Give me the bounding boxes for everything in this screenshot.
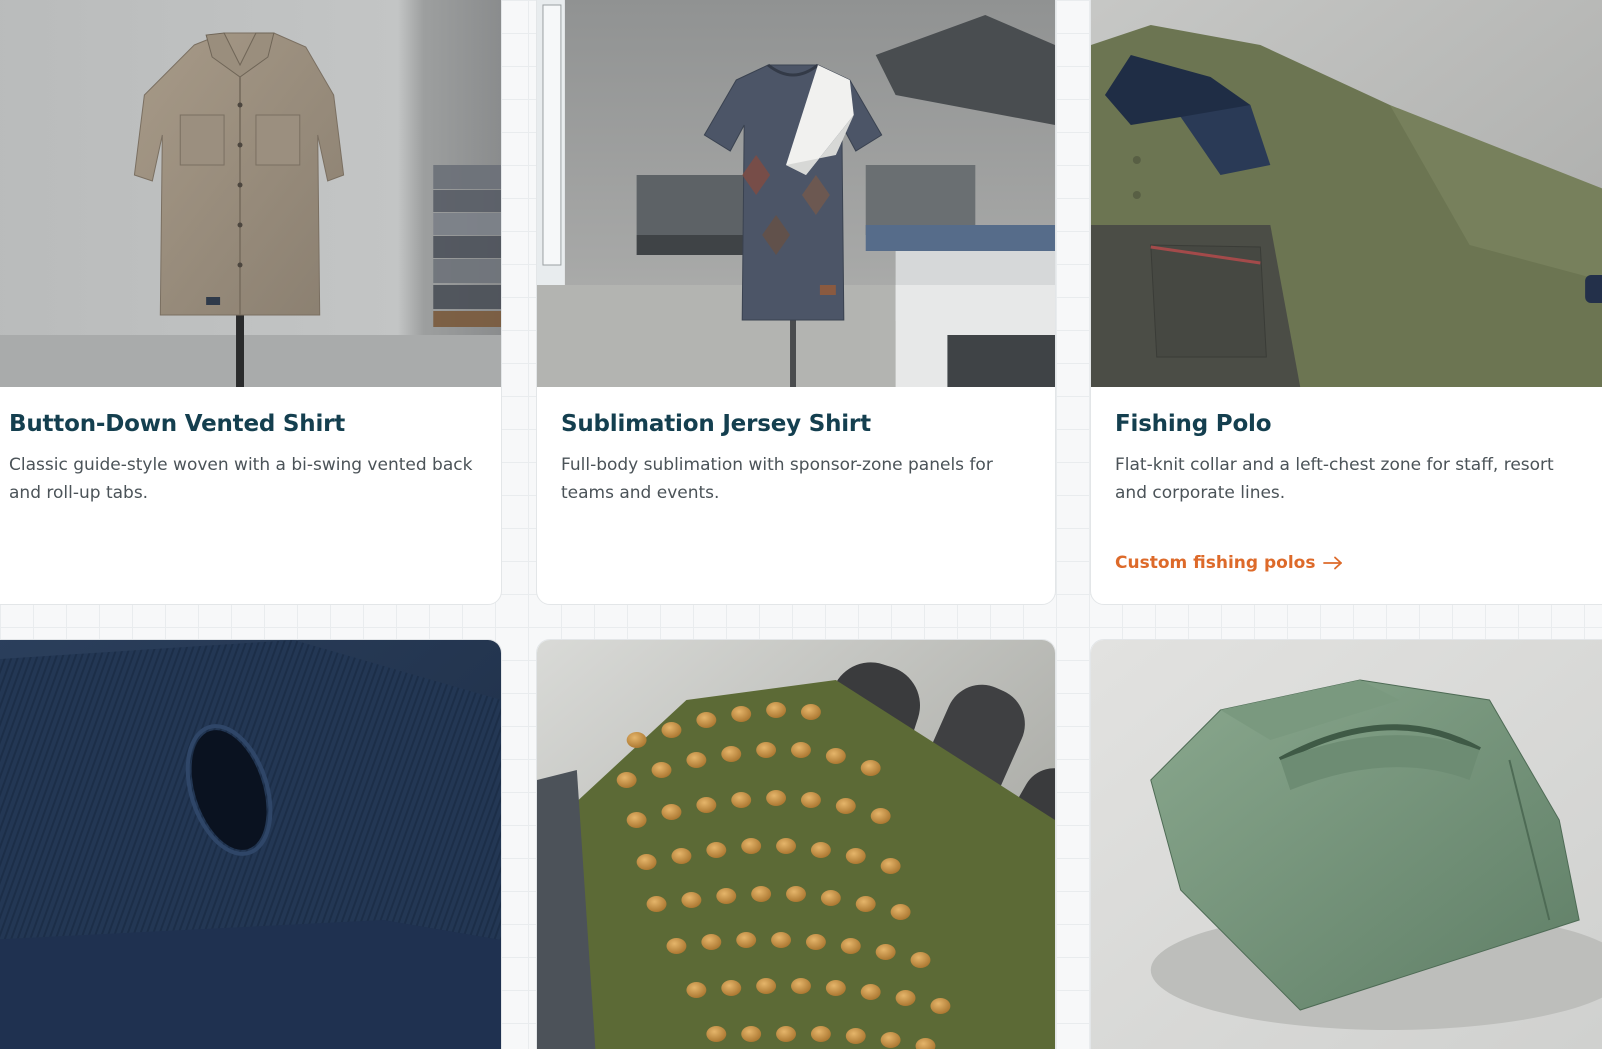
shirt-mannequin-illustration — [0, 0, 501, 387]
product-description: Full-body sublimation with sponsor-zone … — [561, 455, 993, 503]
product-card-fishing-polo[interactable]: Fishing Polo Flat-knit collar and a left… — [1090, 0, 1602, 605]
product-title[interactable]: Button-Down Vented Shirt — [9, 411, 477, 437]
product-description: Flat-knit collar and a left-chest zone f… — [1115, 455, 1554, 503]
product-image-fishing-polo[interactable] — [1091, 0, 1602, 387]
product-image-button-down-shirt[interactable] — [0, 0, 501, 387]
custom-fishing-polos-link[interactable]: Custom fishing polos — [1115, 553, 1343, 573]
product-title[interactable]: Fishing Polo — [1115, 411, 1595, 437]
product-image-folded-shirt[interactable] — [1091, 640, 1602, 1049]
product-image-thumbhole-cuff[interactable] — [0, 640, 501, 1049]
jersey-heat-press-illustration — [537, 0, 1055, 387]
product-image-grip-glove[interactable] — [537, 640, 1055, 1049]
product-card-thumbhole-cuff[interactable] — [0, 639, 502, 1049]
fishing-polo-illustration — [1091, 0, 1602, 387]
product-card-grip-glove[interactable] — [536, 639, 1056, 1049]
product-image-sublimation-jersey[interactable] — [537, 0, 1055, 387]
folded-shirt-illustration — [1091, 640, 1602, 1049]
product-card-vented-shirt-folded[interactable] — [1090, 639, 1602, 1049]
product-card-button-down-vented-shirt[interactable]: Button-Down Vented Shirt Classic guide-s… — [0, 0, 502, 605]
arrow-right-icon — [1323, 556, 1343, 570]
grip-glove-illustration — [537, 640, 1055, 1049]
product-grid-page: Button-Down Vented Shirt Classic guide-s… — [0, 0, 1602, 1049]
link-label: Custom fishing polos — [1115, 553, 1316, 573]
product-card-sublimation-jersey-shirt[interactable]: Sublimation Jersey Shirt Full-body subli… — [536, 0, 1056, 605]
product-description: Classic guide-style woven with a bi-swin… — [9, 455, 473, 503]
product-title[interactable]: Sublimation Jersey Shirt — [561, 411, 1031, 437]
thumbhole-cuff-illustration — [0, 640, 501, 1049]
